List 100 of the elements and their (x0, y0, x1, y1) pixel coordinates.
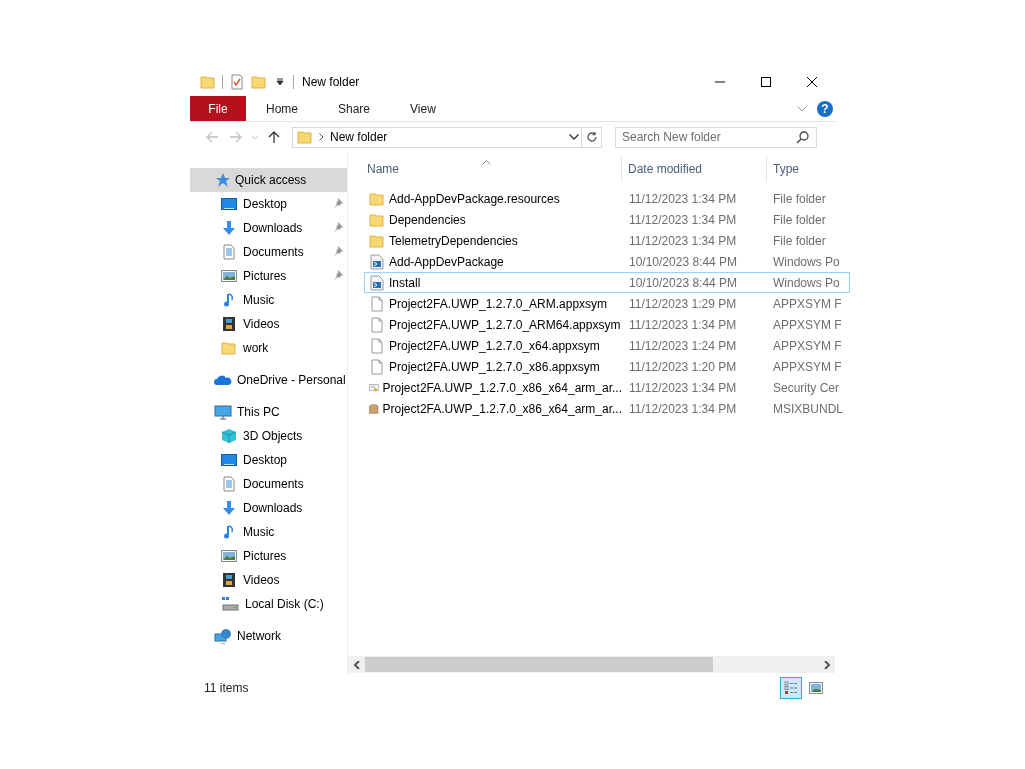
type-cell-text: Security Cer (772, 379, 841, 397)
type-cell-text: File folder (772, 211, 827, 229)
view-button[interactable] (780, 677, 802, 699)
file-row[interactable]: Project2FA.UWP_1.2.7.0_x64.appxsym 11/12/2023 1:24 PM APPXSYM F (364, 335, 850, 356)
folder-icon (297, 129, 313, 145)
cube-icon (221, 428, 237, 444)
date-cell-text: 10/10/2023 8:44 PM (628, 274, 739, 292)
file-name[interactable]: Add-AppDevPackage (365, 252, 622, 271)
file-icon (369, 295, 385, 312)
file-name[interactable]: Project2FA.UWP_1.2.7.0_x64.appxsym (365, 336, 622, 355)
file-row[interactable]: Install 10/10/2023 8:44 PM Windows Po (364, 272, 850, 293)
file-menu-button[interactable]: File (190, 96, 246, 121)
nav-item[interactable]: Music (190, 288, 347, 312)
file-row[interactable]: Dependencies 11/12/2023 1:34 PM File folder (364, 209, 850, 230)
folder-icon (369, 190, 385, 207)
file-name[interactable]: Project2FA.UWP_1.2.7.0_x86_x64_arm_ar... (365, 399, 622, 418)
column-header[interactable]: Date modified (621, 156, 766, 182)
maximize-icon (761, 77, 771, 87)
folder-icon (369, 232, 385, 249)
script-file-icon (369, 253, 385, 270)
forward-icon (229, 130, 243, 144)
chevron-down-icon (797, 105, 807, 112)
nav-item[interactable]: Desktop (190, 192, 347, 216)
file-name[interactable]: Project2FA.UWP_1.2.7.0_x86.appxsym (365, 357, 622, 376)
details-view-icon (784, 681, 798, 695)
document-icon (221, 476, 237, 492)
file-name[interactable]: Dependencies (365, 210, 622, 229)
horizontal-scrollbar[interactable] (348, 656, 835, 673)
file-row[interactable]: TelemetryDependencies 11/12/2023 1:34 PM File folder (364, 230, 850, 251)
type-cell-text: Windows Po (772, 253, 841, 271)
nav-item[interactable]: OneDrive - Personal (190, 368, 347, 392)
column-header[interactable]: Name (364, 156, 621, 182)
nav-item[interactable]: Music (190, 520, 347, 544)
nav-item[interactable]: Pictures (190, 264, 347, 288)
file-row[interactable]: Add-AppDevPackage.resources 11/12/2023 1:34 PM File folder (364, 188, 850, 209)
date-cell-text: 11/12/2023 1:34 PM (628, 211, 738, 229)
file-row[interactable]: Project2FA.UWP_1.2.7.0_x86.appxsym 11/12/2023 1:20 PM APPXSYM F (364, 356, 850, 377)
file-icon (369, 337, 385, 354)
type-cell-text: APPXSYM F (772, 316, 843, 334)
file-name[interactable]: Install (365, 273, 622, 292)
properties-icon (229, 74, 245, 90)
script-file-icon (369, 274, 385, 291)
chevron-right-icon (319, 133, 324, 141)
nav-item[interactable]: Local Disk (C:) (190, 592, 347, 616)
date-cell-text: 11/12/2023 1:34 PM (628, 232, 738, 250)
folder-icon (200, 74, 216, 90)
nav-item[interactable]: Documents (190, 472, 347, 496)
file-row[interactable]: Project2FA.UWP_1.2.7.0_ARM64.appxsym 11/12/2023 1:34 PM APPXSYM F (364, 314, 850, 335)
film-icon (221, 316, 237, 332)
date-cell-text: 11/12/2023 1:34 PM (628, 379, 738, 397)
network-icon (214, 628, 232, 644)
file-row[interactable]: Project2FA.UWP_1.2.7.0_x86_x64_arm_ar... 11/12/2023 1:34 PM Security Cer (364, 377, 850, 398)
file-row[interactable]: Add-AppDevPackage 10/10/2023 8:44 PM Windows Po (364, 251, 850, 272)
chevron-down-icon (251, 134, 259, 140)
date-cell-text: 11/12/2023 1:34 PM (628, 316, 738, 334)
file-name[interactable]: Project2FA.UWP_1.2.7.0_ARM64.appxsym (365, 315, 622, 334)
type-cell-text: MSIXBUNDL (772, 400, 844, 418)
file-name[interactable]: Add-AppDevPackage.resources (365, 189, 622, 208)
help-button[interactable]: ? (817, 100, 833, 117)
ribbon-tab[interactable]: View (390, 96, 456, 121)
file-name[interactable]: Project2FA.UWP_1.2.7.0_x86_x64_arm_ar... (365, 378, 622, 397)
type-cell-text: Windows Po (772, 274, 841, 292)
nav-item[interactable]: Quick access (190, 168, 347, 192)
date-cell-text: 10/10/2023 8:44 PM (628, 253, 739, 271)
nav-item[interactable]: Videos (190, 568, 347, 592)
search-icon (796, 130, 809, 144)
nav-item[interactable]: This PC (190, 400, 347, 424)
nav-item[interactable]: Videos (190, 312, 347, 336)
breadcrumb[interactable]: New folder (330, 130, 388, 144)
nav-item[interactable]: Downloads (190, 216, 347, 240)
address-bar[interactable]: New folder (292, 126, 602, 148)
file-row[interactable]: Project2FA.UWP_1.2.7.0_ARM.appxsym 11/12/2023 1:29 PM APPXSYM F (364, 293, 850, 314)
ribbon-tab[interactable]: Home (246, 96, 318, 121)
file-name[interactable]: TelemetryDependencies (365, 231, 622, 250)
item-count: 11 items (204, 681, 249, 695)
picture-icon (221, 548, 237, 564)
down-arrow-icon (221, 500, 237, 516)
nav-item[interactable]: 3D Objects (190, 424, 347, 448)
monitor-icon (221, 452, 237, 468)
nav-item[interactable]: Pictures (190, 544, 347, 568)
scroll-thumb[interactable] (365, 657, 713, 672)
date-cell-text: 11/12/2023 1:29 PM (628, 295, 738, 313)
down-arrow-icon (221, 220, 237, 236)
chevron-down-icon (569, 134, 579, 140)
nav-item[interactable]: Documents (190, 240, 347, 264)
new-folder-icon (251, 74, 267, 90)
file-icon (369, 358, 385, 375)
file-row[interactable]: Project2FA.UWP_1.2.7.0_x86_x64_arm_ar... 11/12/2023 1:34 PM MSIXBUNDL (364, 398, 850, 419)
back-icon (205, 130, 219, 144)
nav-item[interactable]: work (190, 336, 347, 360)
type-cell-text: File folder (772, 190, 827, 208)
nav-item[interactable]: Desktop (190, 448, 347, 472)
nav-item[interactable]: Downloads (190, 496, 347, 520)
ribbon-tab[interactable]: Share (318, 96, 391, 121)
picture-icon (221, 268, 237, 284)
file-name[interactable]: Project2FA.UWP_1.2.7.0_ARM.appxsym (365, 294, 622, 313)
column-header[interactable]: Type (766, 156, 850, 182)
folder-icon (221, 340, 237, 356)
nav-item[interactable]: Network (190, 624, 347, 648)
search-field[interactable]: Search New folder (615, 126, 817, 148)
